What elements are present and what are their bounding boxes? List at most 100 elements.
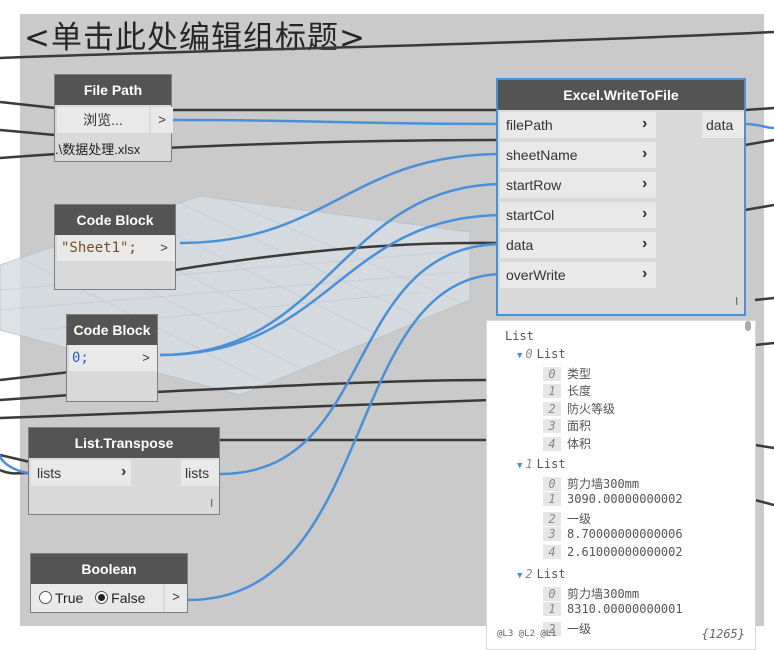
list-item-index: 0	[543, 366, 561, 381]
list-group-header[interactable]: ▼ 1 List	[517, 457, 566, 471]
list-item-value: 长度	[567, 384, 592, 398]
list-levels: @L3 @L2 @L1	[497, 629, 557, 639]
scrollbar-thumb[interactable]	[745, 321, 751, 331]
list-item: 1 8310.00000000001	[543, 602, 683, 616]
list-group-label: List	[536, 567, 566, 581]
input-port-lists[interactable]: lists	[31, 460, 131, 486]
file-path-node[interactable]: File Path 浏览... > .\数据处理.xlsx	[54, 74, 173, 162]
lacing-indicator: l	[735, 296, 738, 308]
node-title: File Path	[55, 75, 171, 105]
list-item-value: 一级	[567, 511, 592, 526]
list-item-value: 剪力墙300mm	[567, 586, 640, 601]
list-item: 4 体积	[543, 435, 591, 452]
list-item-value: 一级	[567, 621, 592, 636]
list-group-index: 0	[525, 347, 533, 361]
chevron-right-icon: ›	[642, 205, 648, 222]
list-group-index: 2	[525, 567, 533, 581]
list-item-index: 3	[543, 527, 561, 541]
list-item: 4 2.61000000000002	[543, 544, 683, 559]
chevron-right-icon: ›	[642, 115, 648, 132]
list-group-header[interactable]: ▼ 2 List	[517, 567, 566, 581]
list-item-index: 0	[543, 586, 561, 601]
wire-sheetname	[179, 152, 505, 245]
input-port-data[interactable]: data	[500, 232, 656, 258]
wire-output	[744, 122, 774, 130]
code-editor[interactable]: "Sheet1";	[57, 235, 153, 261]
list-item: 1 长度	[543, 382, 591, 399]
list-transpose-node[interactable]: List.Transpose lists › lists l	[28, 427, 220, 515]
list-item: 3 8.70000000000006	[543, 527, 683, 541]
node-title: Excel.WriteToFile	[498, 80, 744, 110]
list-item: 2 一级	[543, 510, 591, 527]
list-item: 0 类型	[543, 365, 591, 382]
list-item-value: 8310.00000000001	[567, 602, 683, 616]
list-item: 2 防火等级	[543, 400, 615, 417]
radio-false-icon	[95, 591, 109, 604]
input-port-startrow[interactable]: startRow	[500, 172, 656, 198]
excel-write-node[interactable]: Excel.WriteToFile filePath › sheetName › sta…	[496, 78, 746, 316]
chevron-right-icon: ›	[121, 463, 127, 480]
lacing-indicator: l	[210, 498, 213, 510]
list-item-value: 剪力墙300mm	[567, 476, 640, 491]
list-item-index: 2	[543, 511, 561, 526]
chevron-right-icon: ›	[642, 235, 648, 252]
boolean-node[interactable]: Boolean True False >	[30, 553, 188, 613]
list-item-value: 类型	[567, 366, 592, 381]
collapse-triangle-icon[interactable]: ▼	[517, 571, 522, 581]
wire	[0, 30, 774, 60]
code-block-node-1[interactable]: Code Block "Sheet1"; >	[54, 204, 176, 290]
list-item-value: 8.70000000000006	[567, 527, 683, 541]
list-group-header[interactable]: ▼ 0 List	[517, 347, 566, 361]
chevron-right-icon: ›	[642, 265, 648, 282]
output-port[interactable]: >	[153, 235, 175, 261]
list-root-label: List	[505, 329, 534, 343]
code-editor[interactable]: 0;	[69, 345, 135, 371]
node-title: Boolean	[31, 554, 187, 584]
false-label: False	[111, 590, 146, 606]
radio-false[interactable]: False	[95, 590, 145, 606]
list-group-label: List	[536, 457, 566, 471]
list-item-value: 2.61000000000002	[567, 544, 683, 559]
input-port-overwrite[interactable]: overWrite	[500, 262, 656, 288]
list-item-value: 防火等级	[567, 401, 616, 416]
true-label: True	[55, 590, 84, 606]
input-port-startcol[interactable]: startCol	[500, 202, 656, 228]
node-preview-bubble[interactable]: List ▼ 0 List 0 类型 1 长度 2 防火等级 3 面积 4 体积 ▼ 1 List 0 剪力墙300…	[486, 320, 756, 650]
list-item-value: 面积	[567, 419, 592, 433]
list-item-value: 体积	[567, 436, 592, 451]
item-count: {1265}	[701, 627, 745, 641]
file-path-value: .\数据处理.xlsx	[55, 142, 141, 157]
chevron-right-icon: ›	[642, 175, 648, 192]
list-item: 3 面积	[543, 417, 591, 434]
list-item: 0 剪力墙300mm	[543, 585, 639, 602]
input-port-sheetname[interactable]: sheetName	[500, 142, 656, 168]
list-item-index: 1	[543, 492, 561, 506]
list-item-index: 4	[543, 436, 561, 451]
list-item-index: 0	[543, 476, 561, 491]
output-port[interactable]: >	[151, 107, 173, 133]
collapse-triangle-icon[interactable]: ▼	[517, 461, 522, 471]
list-item-index: 2	[543, 401, 561, 416]
node-title: Code Block	[67, 315, 157, 345]
output-port-data[interactable]: data	[702, 112, 744, 138]
node-title: Code Block	[55, 205, 175, 235]
list-item-index: 4	[543, 544, 561, 559]
code-block-node-2[interactable]: Code Block 0; >	[66, 314, 158, 402]
chevron-right-icon: ›	[642, 145, 648, 162]
list-group-index: 1	[525, 457, 533, 471]
radio-true[interactable]: True	[39, 590, 83, 606]
list-group-label: List	[536, 347, 566, 361]
output-port-lists[interactable]: lists	[181, 460, 219, 486]
browse-button[interactable]: 浏览...	[57, 107, 149, 133]
wire-filepath	[172, 118, 505, 126]
collapse-triangle-icon[interactable]: ▼	[517, 351, 522, 361]
dynamo-canvas[interactable]: <单击此处编辑组标题> File Path 浏览... > .\数据处理.xls…	[0, 0, 774, 650]
boolean-options: True False	[31, 584, 163, 612]
node-title: List.Transpose	[29, 428, 219, 458]
list-item: 1 3090.00000000002	[543, 492, 683, 506]
input-port-filepath[interactable]: filePath	[500, 112, 656, 138]
list-item-index: 3	[543, 419, 561, 433]
output-port[interactable]: >	[135, 345, 157, 371]
list-item-index: 1	[543, 384, 561, 398]
output-port[interactable]: >	[165, 584, 187, 612]
